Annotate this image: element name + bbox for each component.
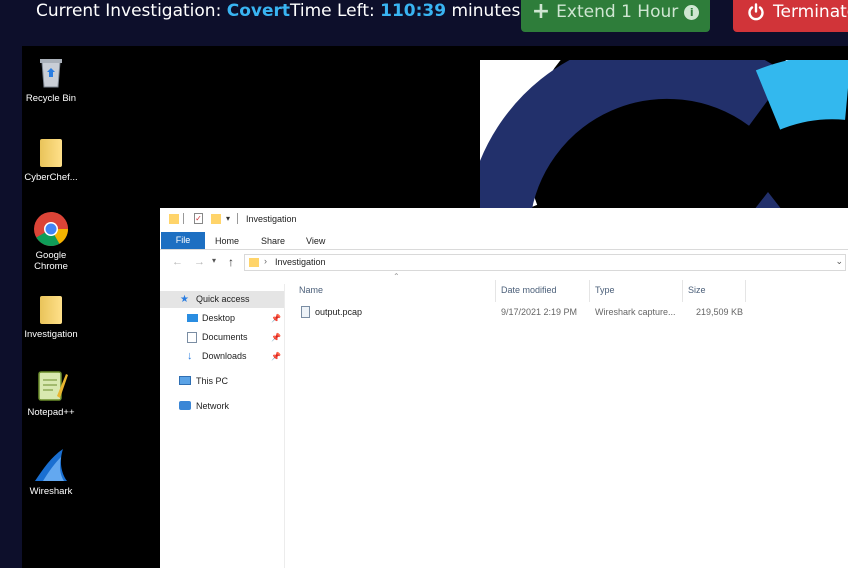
- notepad-plus-plus-icon: [33, 368, 69, 404]
- chevron-down-icon[interactable]: ⌄: [835, 256, 843, 267]
- wireshark-label: Wireshark: [29, 486, 73, 497]
- nav-this-pc[interactable]: This PC: [160, 373, 284, 390]
- column-divider[interactable]: [682, 280, 683, 302]
- column-type[interactable]: Type: [595, 282, 615, 298]
- info-icon: i: [684, 4, 700, 20]
- file-list: ⌃ Name Date modified Type Size output.pc…: [285, 272, 848, 568]
- folder-icon: [33, 290, 69, 326]
- investigation-folder-label: Investigation: [24, 329, 78, 340]
- nav-downloads-label: Downloads: [202, 351, 247, 361]
- plus-icon: +: [531, 0, 551, 24]
- cyberchef-label: CyberChef...: [24, 172, 78, 183]
- tab-home[interactable]: Home: [215, 233, 239, 249]
- terminate-button[interactable]: Terminate: [733, 0, 848, 32]
- brand-logo: [480, 60, 848, 220]
- cyberchef-shortcut[interactable]: CyberChef...: [19, 133, 83, 183]
- download-arrow-icon: ↓: [187, 350, 193, 362]
- recycle-bin-icon: [33, 54, 69, 90]
- file-explorer-window: ✓ ▾ Investigation File Home Share View ←…: [160, 208, 848, 568]
- nav-this-pc-label: This PC: [196, 376, 229, 386]
- nav-desktop-label: Desktop: [202, 313, 236, 323]
- nav-documents-label: Documents: [202, 332, 248, 342]
- separator: [183, 213, 184, 224]
- nav-quick-access[interactable]: ★ Quick access: [160, 291, 284, 308]
- address-bar[interactable]: › Investigation ⌄: [244, 254, 846, 271]
- address-toolbar: ← → ▾ ↑ › Investigation ⌄: [160, 251, 848, 277]
- tab-view[interactable]: View: [306, 233, 325, 249]
- nav-desktop[interactable]: Desktop 📌: [160, 310, 284, 327]
- nav-network[interactable]: Network: [160, 398, 284, 415]
- network-icon: [179, 401, 191, 410]
- extend-label: Extend 1 Hour: [556, 2, 679, 22]
- notepad-plus-plus-shortcut[interactable]: Notepad++: [19, 368, 83, 418]
- file-type: Wireshark capture...: [595, 307, 676, 317]
- folder-icon: [249, 258, 259, 267]
- wireshark-icon: [33, 447, 69, 483]
- folder-icon: [169, 214, 179, 224]
- column-size[interactable]: Size: [688, 282, 706, 298]
- file-name: output.pcap: [315, 307, 363, 317]
- nav-network-label: Network: [196, 401, 230, 411]
- google-chrome-label: Google Chrome: [34, 250, 68, 272]
- wireshark-shortcut[interactable]: Wireshark: [19, 447, 83, 497]
- nav-downloads[interactable]: ↓ Downloads 📌: [160, 348, 284, 365]
- pin-icon[interactable]: 📌: [271, 329, 281, 346]
- file-size: 219,509 KB: [696, 307, 744, 317]
- chevron-right-icon: ›: [264, 256, 267, 266]
- window-title: Investigation: [246, 214, 297, 224]
- navigation-pane: ★ Quick access Desktop 📌 Documents 📌 ↓ D…: [160, 284, 285, 568]
- time-left: Time Left: 110:39 minutes: [290, 0, 520, 22]
- time-left-unit: minutes: [451, 1, 521, 21]
- new-folder-icon[interactable]: [211, 214, 221, 224]
- pcap-file-icon: [301, 306, 310, 318]
- power-icon: [748, 3, 764, 21]
- chevron-down-icon[interactable]: ▾: [226, 214, 230, 223]
- column-divider[interactable]: [589, 280, 590, 302]
- forward-arrow-icon[interactable]: →: [194, 256, 205, 268]
- extend-1-hour-button[interactable]: + Extend 1 Hour i: [521, 0, 710, 32]
- sort-ascending-icon: ⌃: [393, 272, 400, 281]
- tab-share[interactable]: Share: [261, 233, 285, 249]
- folder-icon: [33, 133, 69, 169]
- chrome-icon: [33, 211, 69, 247]
- separator: [237, 213, 238, 224]
- investigation-label: Current Investigation:: [36, 1, 222, 21]
- column-divider[interactable]: [495, 280, 496, 302]
- back-arrow-icon[interactable]: ←: [172, 256, 183, 268]
- recent-locations-icon[interactable]: ▾: [212, 256, 216, 265]
- file-row[interactable]: output.pcap 9/17/2021 2:19 PM Wireshark …: [285, 304, 848, 320]
- pin-icon[interactable]: 📌: [271, 310, 281, 327]
- investigation-name: Covert: [226, 1, 290, 21]
- notepad-plus-plus-label: Notepad++: [27, 407, 75, 418]
- nav-documents[interactable]: Documents 📌: [160, 329, 284, 346]
- recycle-bin-shortcut[interactable]: Recycle Bin: [19, 54, 83, 104]
- column-date-modified[interactable]: Date modified: [501, 282, 557, 298]
- column-divider[interactable]: [745, 280, 746, 302]
- ribbon-tabs: File Home Share View: [160, 231, 848, 250]
- address-path: Investigation: [275, 257, 326, 267]
- nav-quick-access-label: Quick access: [196, 294, 250, 304]
- google-chrome-shortcut[interactable]: Google Chrome: [19, 211, 83, 272]
- file-date-modified: 9/17/2021 2:19 PM: [501, 307, 578, 317]
- time-left-label: Time Left:: [290, 1, 375, 21]
- terminate-label: Terminate: [773, 2, 848, 22]
- time-left-value: 110:39: [380, 1, 447, 21]
- pin-icon[interactable]: 📌: [271, 348, 281, 365]
- session-topbar: Current Investigation: Covert Time Left:…: [0, 0, 848, 46]
- tab-file[interactable]: File: [161, 232, 205, 249]
- desktop-icon: [187, 314, 198, 322]
- current-investigation: Current Investigation: Covert: [36, 0, 290, 22]
- investigation-folder-shortcut[interactable]: Investigation: [19, 290, 83, 340]
- star-icon: ★: [180, 294, 189, 305]
- window-titlebar: ✓ ▾ Investigation: [160, 208, 848, 231]
- computer-icon: [179, 376, 191, 385]
- up-arrow-icon[interactable]: ↑: [228, 255, 234, 269]
- recycle-bin-label: Recycle Bin: [25, 93, 77, 104]
- documents-icon: [187, 332, 197, 343]
- properties-icon[interactable]: ✓: [194, 213, 203, 224]
- column-name[interactable]: Name: [299, 282, 323, 298]
